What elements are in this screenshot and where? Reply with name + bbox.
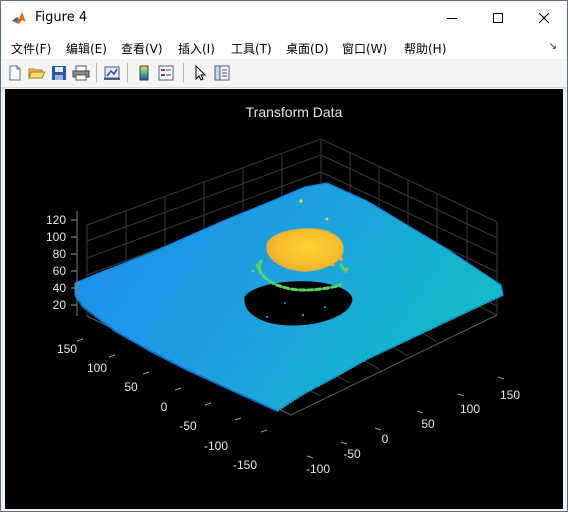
minimize-button[interactable] [429,1,475,35]
axes-title: Transform Data [246,104,343,120]
y-tick-label: 100 [87,361,107,375]
figure-window: Figure 4 文件(F) 编辑(E) 查看(V) 插入(I) 工具(T) 桌… [0,0,568,512]
save-icon[interactable] [50,64,68,82]
insert-legend-icon[interactable] [157,64,175,82]
menu-tools[interactable]: 工具(T) [231,40,272,57]
menu-window[interactable]: 窗口(W) [342,40,387,57]
window-title: Figure 4 [35,10,88,25]
x-tick-label: -50 [343,447,361,461]
new-figure-icon[interactable] [6,64,24,82]
z-axis-ticks: 120 100 80 60 40 20 [46,213,66,312]
menu-bar: 文件(F) 编辑(E) 查看(V) 插入(I) 工具(T) 桌面(D) 窗口(W… [1,35,567,59]
link-plot-icon[interactable] [103,64,121,82]
close-button[interactable] [521,1,567,35]
y-tick-label: -150 [233,458,257,472]
z-tick-label: 120 [46,213,66,227]
y-tick-label: -50 [179,419,197,433]
open-file-icon[interactable] [28,64,46,82]
z-tick-label: 100 [46,230,66,244]
print-icon[interactable] [72,64,90,82]
x-tick-label: 150 [500,388,520,402]
menu-file[interactable]: 文件(F) [11,40,51,57]
x-tick-label: -100 [306,462,330,476]
x-tick-label: 100 [460,402,480,416]
y-tick-label: 0 [161,400,168,414]
property-inspector-icon[interactable] [213,64,231,82]
menu-overflow-icon[interactable]: ↘ [549,41,557,52]
z-tick-marks [71,211,78,316]
menu-desktop[interactable]: 桌面(D) [286,40,329,57]
x-axis-ticks: 150 100 50 0 -50 -100 [306,388,520,476]
insert-colorbar-icon[interactable] [135,64,153,82]
x-tick-label: 0 [382,432,389,446]
title-bar[interactable]: Figure 4 [1,1,567,35]
x-tick-label: 50 [421,417,435,431]
menu-insert[interactable]: 插入(I) [178,40,215,57]
toolbar-separator [96,63,97,83]
z-tick-label: 60 [53,264,67,278]
maximize-button[interactable] [475,1,521,35]
z-tick-label: 40 [53,281,67,295]
matlab-icon [11,10,27,26]
y-tick-label: 150 [57,342,77,356]
toolbar-separator [183,63,184,83]
menu-view[interactable]: 查看(V) [121,40,163,57]
figure-toolbar [1,59,567,88]
y-tick-label: 50 [124,380,138,394]
menu-edit[interactable]: 编辑(E) [66,40,107,57]
toolbar-separator [127,63,128,83]
z-tick-label: 80 [53,247,67,261]
menu-help[interactable]: 帮助(H) [404,40,446,57]
edit-plot-arrow-icon[interactable] [191,64,209,82]
y-tick-label: -100 [204,439,228,453]
axes-area[interactable]: Transform Data 120 100 80 60 40 20 150 1… [5,89,563,509]
z-tick-label: 20 [53,298,67,312]
